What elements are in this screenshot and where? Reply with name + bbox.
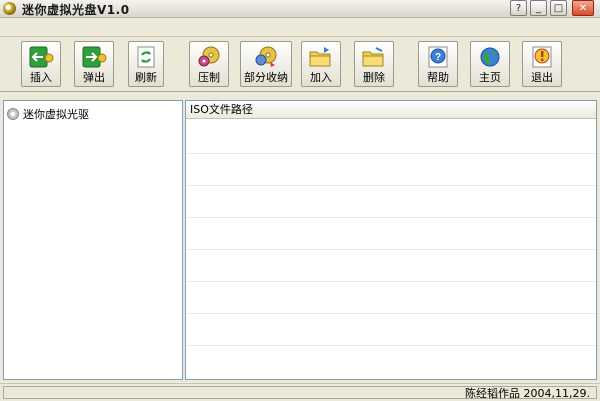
list-row-line — [186, 249, 596, 250]
exit-icon — [532, 46, 552, 68]
status-date: 2004,11,29. — [523, 387, 590, 400]
cd-drive-icon — [7, 108, 19, 120]
help-window-button[interactable]: ? — [510, 0, 527, 16]
status-author: 陈经韬作品 — [465, 387, 521, 400]
insert-button[interactable]: 插入 — [21, 41, 61, 87]
burn-button[interactable]: 压制 — [189, 41, 229, 87]
app-disc-icon — [3, 2, 16, 15]
help-button[interactable]: ? 帮助 — [418, 41, 458, 87]
help-label: 帮助 — [427, 71, 449, 84]
add-button[interactable]: 加入 — [301, 41, 341, 87]
add-folder-icon — [309, 47, 331, 67]
close-button[interactable]: ✕ — [572, 0, 594, 16]
help-icon: ? — [428, 46, 448, 68]
exit-button[interactable]: 退出 — [522, 41, 562, 87]
partial-collect-icon — [255, 46, 277, 67]
insert-label: 插入 — [30, 71, 52, 84]
list-row-line — [186, 153, 596, 154]
burn-disc-icon — [198, 46, 220, 67]
toolbar: 插入 弹出 刷新 压制 部分收纳 加入 删除 ? 帮助 主页 退出 — [0, 37, 600, 92]
status-panel: 陈经韬作品 2004,11,29. — [3, 386, 597, 399]
list-row-line — [186, 185, 596, 186]
eject-arrow-right-icon — [82, 46, 107, 68]
list-row-line — [186, 345, 596, 346]
list-row-line — [186, 313, 596, 314]
homepage-label: 主页 — [479, 71, 501, 84]
homepage-button[interactable]: 主页 — [470, 41, 510, 87]
exit-label: 退出 — [531, 71, 553, 84]
menu-strip — [0, 18, 600, 37]
homepage-globe-icon — [480, 47, 500, 67]
eject-label: 弹出 — [83, 71, 105, 84]
tree-root-item[interactable]: 迷你虚拟光驱 — [7, 106, 89, 121]
window-title: 迷你虚拟光盘V1.0 — [22, 3, 130, 17]
tree-root-label: 迷你虚拟光驱 — [23, 108, 89, 121]
column-header-iso-path[interactable]: ISO文件路径 — [186, 101, 596, 119]
drive-tree-panel: 迷你虚拟光驱 — [3, 100, 183, 380]
maximize-button[interactable]: □ — [550, 0, 567, 16]
status-credit: 陈经韬作品 2004,11,29. — [465, 388, 590, 399]
list-row-line — [186, 281, 596, 282]
delete-folder-icon — [362, 47, 384, 67]
refresh-icon — [137, 46, 155, 68]
minimize-button[interactable]: _ — [530, 0, 547, 16]
svg-text:?: ? — [435, 52, 441, 63]
partial-collect-label: 部分收纳 — [244, 71, 288, 84]
list-row-line — [186, 217, 596, 218]
refresh-label: 刷新 — [135, 71, 157, 84]
insert-arrow-left-icon — [29, 46, 54, 68]
delete-button[interactable]: 删除 — [354, 41, 394, 87]
refresh-button[interactable]: 刷新 — [128, 41, 164, 87]
delete-label: 删除 — [363, 71, 385, 84]
status-bar: 陈经韬作品 2004,11,29. — [0, 383, 600, 401]
eject-button[interactable]: 弹出 — [74, 41, 114, 87]
partial-collect-button[interactable]: 部分收纳 — [240, 41, 292, 87]
iso-file-list: ISO文件路径 — [185, 100, 597, 380]
add-label: 加入 — [310, 71, 332, 84]
burn-label: 压制 — [198, 71, 220, 84]
title-bar: 迷你虚拟光盘V1.0 ? _ □ ✕ — [0, 0, 600, 18]
